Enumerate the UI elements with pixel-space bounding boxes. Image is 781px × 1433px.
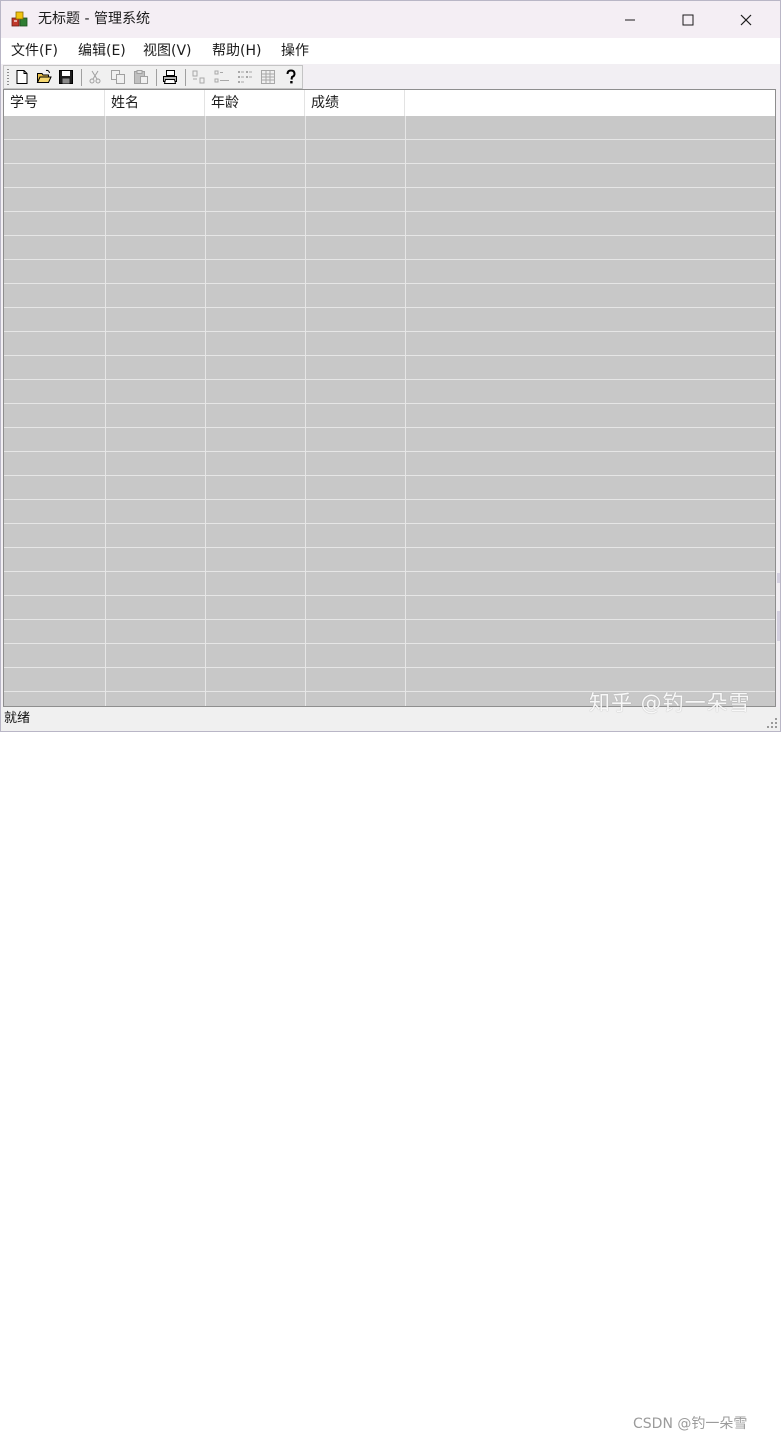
help-icon[interactable] <box>283 69 299 85</box>
column-header-student-id[interactable]: 学号 <box>4 90 105 116</box>
small-icons-view-icon[interactable] <box>214 69 230 85</box>
status-text: 就绪 <box>4 711 31 726</box>
column-header-filler <box>405 90 775 116</box>
menu-operate[interactable]: 操作 <box>281 42 309 60</box>
menu-edit[interactable]: 编辑(E) <box>78 42 126 60</box>
minimize-icon <box>625 19 635 20</box>
close-button[interactable] <box>717 1 775 38</box>
grid-column-line <box>305 116 306 706</box>
app-icon[interactable] <box>11 10 29 28</box>
background-frame-edge <box>777 573 780 583</box>
maximize-icon <box>682 14 694 25</box>
menu-help[interactable]: 帮助(H) <box>212 42 261 60</box>
resize-grip-icon[interactable] <box>766 717 778 729</box>
open-folder-icon[interactable] <box>36 69 52 85</box>
toolbar-separator <box>185 69 186 86</box>
list-header: 学号 姓名 年龄 成绩 <box>4 90 775 116</box>
background-frame-edge <box>777 611 780 641</box>
grid-column-line <box>405 116 406 706</box>
details-view-icon[interactable] <box>260 69 276 85</box>
column-header-age[interactable]: 年龄 <box>205 90 305 116</box>
cut-icon[interactable] <box>87 69 103 85</box>
maximize-button[interactable] <box>659 1 717 38</box>
watermark-zhihu: 知乎 @钓一朵雪 <box>589 691 751 715</box>
close-icon <box>740 14 752 25</box>
column-header-score[interactable]: 成绩 <box>305 90 405 116</box>
print-icon[interactable] <box>162 69 178 85</box>
save-icon[interactable] <box>58 69 74 85</box>
list-view-icon[interactable] <box>237 69 253 85</box>
paste-icon[interactable] <box>133 69 149 85</box>
toolbar-separator <box>156 69 157 86</box>
copy-icon[interactable] <box>110 69 126 85</box>
menu-view[interactable]: 视图(V) <box>143 42 192 60</box>
large-icons-view-icon[interactable] <box>191 69 207 85</box>
window-title: 无标题 - 管理系统 <box>38 11 150 27</box>
menu-bar: 文件(F) 编辑(E) 视图(V) 帮助(H) 操作 <box>1 38 780 64</box>
toolbar-separator <box>81 69 82 86</box>
new-document-icon[interactable] <box>14 69 30 85</box>
list-grid[interactable] <box>4 116 775 706</box>
menu-file[interactable]: 文件(F) <box>11 42 58 60</box>
grid-column-line <box>105 116 106 706</box>
grid-column-line <box>205 116 206 706</box>
column-header-name[interactable]: 姓名 <box>105 90 205 116</box>
watermark-csdn: CSDN @钓一朵雪 <box>633 1416 748 1432</box>
student-list-view[interactable]: 学号 姓名 年龄 成绩 <box>3 89 776 707</box>
toolbar-grip[interactable] <box>7 69 9 85</box>
toolbar <box>3 65 303 89</box>
title-bar[interactable]: 无标题 - 管理系统 <box>1 1 780 38</box>
minimize-button[interactable] <box>601 1 659 38</box>
main-window: 无标题 - 管理系统 文件(F) 编辑(E) 视图(V) 帮助(H) 操作 学号… <box>0 0 781 1432</box>
